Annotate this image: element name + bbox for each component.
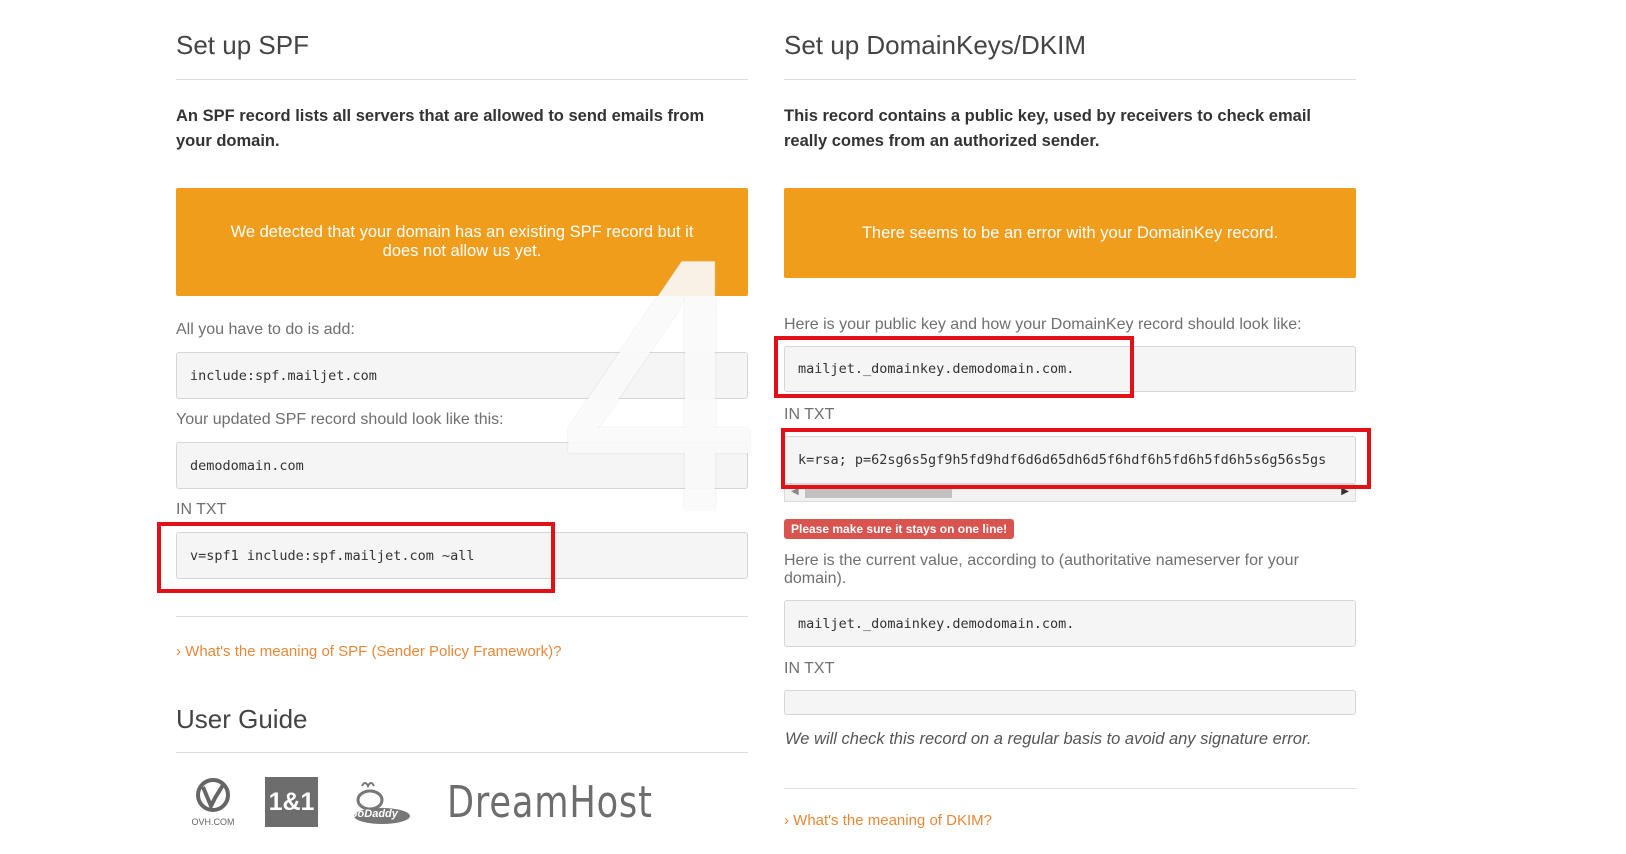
dreamhost-logo[interactable]: DreamHost [441,776,686,828]
spf-include-value: include:spf.mailjet.com [190,367,377,384]
dkim-current-in-txt-label: IN TXT [784,660,835,677]
dkim-error-banner: There seems to be an error with your Dom… [784,188,1356,278]
dkim-meaning-link[interactable]: › What's the meaning of DKIM? [784,812,992,829]
one-and-one-logo[interactable]: 1&1 [265,777,318,827]
ovh-mark-icon [196,778,230,812]
scrollbar-thumb[interactable] [805,489,952,498]
dkim-check-note: We will check this record on a regular b… [785,730,1312,748]
dkim-current-host-field[interactable]: mailjet._domainkey.demodomain.com. [784,600,1356,647]
ovh-logo-text: OVH.COM [191,817,235,827]
dkim-current-label: Here is the current value, according to … [784,552,1299,587]
ovh-logo[interactable]: OVH.COM [184,776,242,827]
godaddy-logo[interactable]: GoDaddy [344,778,414,826]
dkim-section-divider [784,788,1356,789]
spf-updated-label: Your updated SPF record should look like… [176,411,504,428]
user-guide-title: User Guide [176,704,308,734]
spf-title-divider [176,79,748,80]
godaddy-logo-text: GoDaddy [349,808,398,820]
spf-meaning-link[interactable]: › What's the meaning of SPF (Sender Poli… [176,643,562,660]
one-and-one-logo-text: 1&1 [268,787,315,816]
dkim-current-host-value: mailjet._domainkey.demodomain.com. [798,615,1075,632]
dkim-meaning-link-text: What's the meaning of DKIM? [793,812,992,829]
chevron-right-icon: › [176,643,181,660]
dkim-in-txt-label: IN TXT [784,406,835,423]
user-guide-divider [176,752,748,753]
spf-title: Set up SPF [176,30,309,60]
spf-intro: An SPF record lists all servers that are… [176,107,705,150]
dkim-pubkey-label: Here is your public key and how your Dom… [784,316,1302,333]
dkim-error-text: There seems to be an error with your Dom… [861,223,1279,242]
dkim-txt-highlight-box [781,428,1371,489]
spf-in-txt-label: IN TXT [176,501,227,518]
spf-host-value: demodomain.com [190,457,304,474]
spf-section-divider [176,616,748,617]
dkim-intro: This record contains a public key, used … [784,107,1311,150]
dkim-host-highlight-box [774,336,1134,398]
chevron-right-icon: › [784,812,789,829]
dreamhost-logo-text: DreamHost [447,776,653,828]
spf-txt-highlight-box [157,522,555,593]
spf-add-label: All you have to do is add: [176,321,355,338]
one-line-warning-badge: Please make sure it stays on one line! [784,519,1015,539]
dkim-title: Set up DomainKeys/DKIM [784,30,1087,60]
dkim-current-txt-field[interactable] [784,690,1356,715]
step-number-watermark: 4 [560,184,761,586]
spf-meaning-link-text: What's the meaning of SPF (Sender Policy… [185,643,562,660]
dkim-title-divider [784,79,1356,80]
